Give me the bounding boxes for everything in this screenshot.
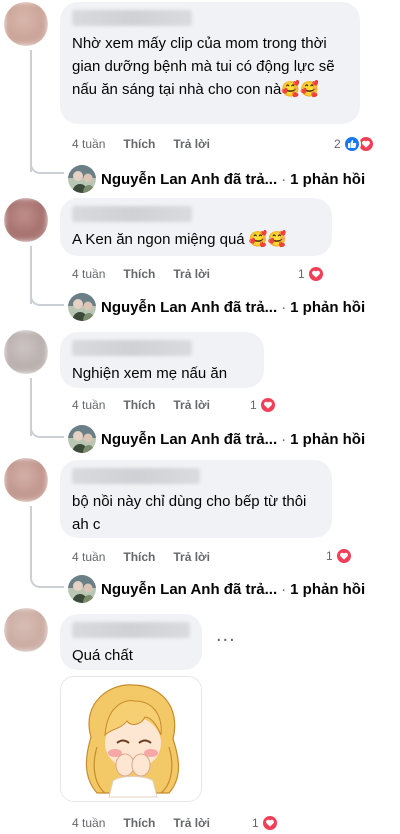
reply-count: 1 phản hồi xyxy=(290,430,366,448)
more-options-icon[interactable]: ... xyxy=(216,624,236,647)
commenter-name-blurred xyxy=(72,206,192,222)
heart-icon xyxy=(258,396,277,414)
reply-avatar xyxy=(68,425,96,453)
reply-button[interactable]: Trả lời xyxy=(173,398,210,412)
comment-bubble: bộ nồi này chỉ dùng cho bếp từ thôi ah c xyxy=(60,460,332,538)
reaction-count: 1 xyxy=(252,816,259,830)
comment-bubble: Quá chất xyxy=(60,614,202,670)
commenter-name-blurred xyxy=(72,468,200,484)
comment-text: Nghiện xem mẹ nấu ăn xyxy=(72,365,228,382)
reaction-summary[interactable]: 1 xyxy=(250,396,277,414)
commenter-name-blurred xyxy=(72,340,192,356)
reaction-summary[interactable]: 1 xyxy=(252,814,279,832)
heart-icon xyxy=(260,814,279,832)
reply-button[interactable]: Trả lời xyxy=(173,550,210,564)
reply-count: 1 phản hồi xyxy=(290,298,366,316)
reaction-summary[interactable]: 1 xyxy=(326,547,353,565)
reply-avatar xyxy=(68,293,96,321)
separator: · xyxy=(281,170,287,188)
reply-avatar xyxy=(68,575,96,603)
view-replies-link[interactable]: Nguyễn Lan Anh đã trả... · 1 phản hồi xyxy=(68,165,365,193)
separator: · xyxy=(281,298,287,316)
comment-meta: 4 tuần Thích Trả lời xyxy=(72,816,228,830)
comment-bubble: Nhờ xem mấy clip của mom trong thời gian… xyxy=(60,2,360,124)
reaction-count: 1 xyxy=(250,398,257,412)
like-button[interactable]: Thích xyxy=(123,398,155,412)
reaction-summary[interactable]: 1 xyxy=(298,265,325,283)
comment-text: Nhờ xem mấy clip của mom trong thời gian… xyxy=(72,35,335,98)
cartoon-girl-illustration xyxy=(61,677,201,801)
comment-time[interactable]: 4 tuần xyxy=(72,137,105,151)
comment-bubble: Nghiện xem mẹ nấu ăn xyxy=(60,332,264,388)
reaction-count: 1 xyxy=(298,267,305,281)
separator: · xyxy=(281,430,287,448)
view-replies-link[interactable]: Nguyễn Lan Anh đã trả... · 1 phản hồi xyxy=(68,425,365,453)
reply-user-text: Nguyễn Lan Anh đã trả... xyxy=(101,430,278,448)
comment-meta: 4 tuần Thích Trả lời xyxy=(72,550,228,564)
comment-bubble: A Ken ăn ngon miệng quá 🥰🥰 xyxy=(60,198,332,256)
reply-user-text: Nguyễn Lan Anh đã trả... xyxy=(101,170,278,188)
commenter-avatar[interactable] xyxy=(4,330,48,374)
reply-button[interactable]: Trả lời xyxy=(173,267,210,281)
like-button[interactable]: Thích xyxy=(123,137,155,151)
reply-button[interactable]: Trả lời xyxy=(173,137,210,151)
like-button[interactable]: Thích xyxy=(123,550,155,564)
comment-meta: 4 tuần Thích Trả lời xyxy=(72,398,228,412)
like-icon xyxy=(342,135,361,153)
commenter-avatar[interactable] xyxy=(4,2,48,46)
comment-meta: 4 tuần Thích Trả lời xyxy=(72,137,228,151)
comment-time[interactable]: 4 tuần xyxy=(72,267,105,281)
comment-meta: 4 tuần Thích Trả lời xyxy=(72,267,228,281)
reply-count: 1 phản hồi xyxy=(290,580,366,598)
view-replies-link[interactable]: Nguyễn Lan Anh đã trả... · 1 phản hồi xyxy=(68,575,365,603)
reply-avatar xyxy=(68,165,96,193)
comment-text: A Ken ăn ngon miệng quá 🥰🥰 xyxy=(72,231,287,248)
reply-user-text: Nguyễn Lan Anh đã trả... xyxy=(101,298,278,316)
commenter-name-blurred xyxy=(72,622,190,638)
view-replies-link[interactable]: Nguyễn Lan Anh đã trả... · 1 phản hồi xyxy=(68,293,365,321)
like-button[interactable]: Thích xyxy=(123,267,155,281)
heart-icon xyxy=(306,265,325,283)
commenter-avatar[interactable] xyxy=(4,608,48,652)
reaction-count: 1 xyxy=(326,549,333,563)
commenter-avatar[interactable] xyxy=(4,198,48,242)
reply-user-text: Nguyễn Lan Anh đã trả... xyxy=(101,580,278,598)
reply-connector xyxy=(30,412,64,438)
reply-connector xyxy=(30,150,64,174)
reaction-summary[interactable]: 2 xyxy=(334,135,375,153)
like-button[interactable]: Thích xyxy=(123,816,155,830)
commenter-name-blurred xyxy=(72,10,192,26)
reaction-count: 2 xyxy=(334,137,341,151)
comment-time[interactable]: 4 tuần xyxy=(72,398,105,412)
reply-connector xyxy=(30,560,64,588)
reply-button[interactable]: Trả lời xyxy=(173,816,210,830)
reply-count: 1 phản hồi xyxy=(290,170,366,188)
cartoon-girl-sticker[interactable] xyxy=(60,676,202,802)
heart-icon xyxy=(334,547,353,565)
separator: · xyxy=(281,580,287,598)
comment-text: bộ nồi này chỉ dùng cho bếp từ thôi ah c xyxy=(72,493,307,533)
reply-connector xyxy=(30,280,64,306)
comment-time[interactable]: 4 tuần xyxy=(72,550,105,564)
comment-time[interactable]: 4 tuần xyxy=(72,816,105,830)
commenter-avatar[interactable] xyxy=(4,458,48,502)
comment-text: Quá chất xyxy=(72,647,133,664)
